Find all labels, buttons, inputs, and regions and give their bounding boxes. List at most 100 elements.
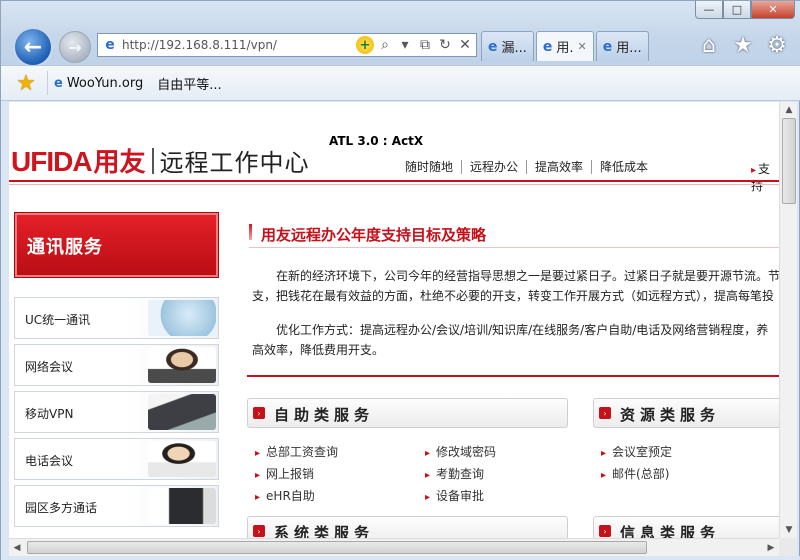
article-line: 支，把钱花在最有效益的方面，杜绝不必要的开支，转变工作开展方式（如远程方式），提… xyxy=(252,289,775,303)
arrow-left-icon: ← xyxy=(23,34,43,60)
browser-window: — □ ✕ ← → e http://192.168.8.111/vpn/ + … xyxy=(0,0,800,560)
resource-service-header: › 资源类服务 xyxy=(593,398,779,428)
sidebar-item-label: 网络会议 xyxy=(25,360,74,374)
back-button[interactable]: ← xyxy=(13,27,53,67)
status-bar xyxy=(1,556,800,560)
site-logo[interactable]: UFIDA 用友 远程工作中心 xyxy=(11,142,310,179)
ie-tab-icon: e xyxy=(602,38,613,55)
sidebar-item-mobile-vpn[interactable]: 移动VPN xyxy=(14,391,219,433)
tab-strip: e 漏... e 用. ✕ e 用... xyxy=(481,31,649,61)
address-bar[interactable]: e http://192.168.8.111/vpn/ + ⌕ ▾ ⧉ ↻ ✕ xyxy=(97,33,477,57)
link-change-password[interactable]: 修改域密码 xyxy=(425,442,496,464)
minimize-button[interactable]: — xyxy=(695,1,723,19)
article-line: 优化工作方式：提高远程办公/会议/培训/知识库/在线服务/客户自助/电话及网络营… xyxy=(252,323,769,337)
link-salary-query[interactable]: 总部工资查询 xyxy=(255,442,338,464)
arrow-bullet-icon: › xyxy=(599,407,611,419)
sidebar-heading: 通讯服务 xyxy=(14,212,219,278)
globe-image xyxy=(148,300,216,336)
link-attendance-query[interactable]: 考勤查询 xyxy=(425,464,496,486)
support-link[interactable]: 支持 xyxy=(751,160,779,194)
info-service-title: 信息类服务 xyxy=(620,524,721,538)
topnav-item-remote-office[interactable]: 远程办公 xyxy=(462,160,528,174)
favorite-link-wooyun[interactable]: e WooYun.org xyxy=(54,76,143,91)
logo-tagline: 远程工作中心 xyxy=(159,149,310,177)
home-icon[interactable]: ⌂ xyxy=(697,33,721,58)
logo-brand-cn: 用友 xyxy=(93,148,146,178)
mobile-phone-image xyxy=(148,394,216,430)
activex-version-text: ATL 3.0 : ActX xyxy=(329,134,424,148)
topnav-item-anytime[interactable]: 随时随地 xyxy=(397,160,463,174)
favorite-label: 自由平等... xyxy=(157,77,222,93)
search-icon[interactable]: ⌕ xyxy=(376,36,394,54)
link-device-approval[interactable]: 设备审批 xyxy=(425,486,496,508)
stop-icon[interactable]: ✕ xyxy=(456,36,474,54)
scroll-right-icon[interactable]: ▶ xyxy=(763,539,779,557)
self-service-header: › 自助类服务 xyxy=(247,398,568,428)
article-line: 在新的经济环境下，公司今年的经营指导思想之一是要过紧日子。过紧日子就是要开源节流… xyxy=(252,269,779,283)
sidebar-item-campus-call[interactable]: 园区多方通话 xyxy=(14,485,219,527)
sidebar-item-label: 电话会议 xyxy=(25,454,74,468)
tab-3[interactable]: e 用... xyxy=(595,31,649,61)
arrow-right-icon: → xyxy=(68,37,82,57)
title-bar: — □ ✕ ← → e http://192.168.8.111/vpn/ + … xyxy=(1,1,800,67)
sidebar-item-uc[interactable]: UC统一通讯 xyxy=(14,297,219,339)
favorites-star-icon[interactable]: ★ xyxy=(731,33,755,58)
top-nav: 随时随地 远程办公 提高效率 降低成本 xyxy=(397,160,656,174)
close-tab-icon[interactable]: ✕ xyxy=(578,40,587,53)
link-mail-hq[interactable]: 邮件(总部) xyxy=(601,464,672,486)
scroll-left-icon[interactable]: ◀ xyxy=(9,539,25,557)
maximize-button[interactable]: □ xyxy=(723,1,751,19)
tab-2[interactable]: e 用. ✕ xyxy=(535,31,594,61)
arrow-bullet-icon: › xyxy=(253,525,265,537)
refresh-icon[interactable]: ↻ xyxy=(436,36,454,54)
dropdown-arrow-icon[interactable]: ▾ xyxy=(396,36,414,54)
article-paragraph: 优化工作方式：提高远程办公/会议/培训/知识库/在线服务/客户自助/电话及网络营… xyxy=(252,320,779,360)
tab-label: 漏... xyxy=(501,41,527,56)
vertical-scrollbar[interactable]: ▲ ▼ xyxy=(779,102,797,538)
vertical-scroll-thumb[interactable] xyxy=(782,118,796,204)
resource-service-col1: 会议室预定 邮件(总部) xyxy=(601,442,672,486)
divider xyxy=(47,71,48,95)
horizontal-scrollbar[interactable]: ◀ ▶ xyxy=(9,538,779,556)
ie-tab-icon: e xyxy=(542,38,553,55)
sidebar-item-web-meeting[interactable]: 网络会议 xyxy=(14,344,219,386)
self-service-col2: 修改域密码 考勤查询 设备审批 xyxy=(425,442,496,508)
self-service-title: 自助类服务 xyxy=(274,406,375,424)
resource-service-title: 资源类服务 xyxy=(620,406,721,424)
browser-tools: ⌂ ★ ⚙ xyxy=(697,33,789,58)
sidebar-item-label: UC统一通讯 xyxy=(25,313,91,327)
tab-1[interactable]: e 漏... xyxy=(481,31,534,61)
link-meeting-room[interactable]: 会议室预定 xyxy=(601,442,672,464)
address-url[interactable]: http://192.168.8.111/vpn/ xyxy=(122,38,356,52)
logo-brand: UFIDA xyxy=(11,146,93,177)
compatibility-view-icon[interactable]: ⧉ xyxy=(416,36,434,54)
sidebar-item-phone-meeting[interactable]: 电话会议 xyxy=(14,438,219,480)
horizontal-scroll-thumb[interactable] xyxy=(27,541,647,554)
arrow-bullet-icon: › xyxy=(253,407,265,419)
favorite-link-2[interactable]: 自由平等... xyxy=(157,74,221,93)
close-window-button[interactable]: ✕ xyxy=(751,1,795,19)
conference-device-image xyxy=(148,488,216,524)
scroll-up-icon[interactable]: ▲ xyxy=(780,102,798,118)
article-divider xyxy=(247,375,779,377)
topnav-item-efficiency[interactable]: 提高效率 xyxy=(527,160,593,174)
sidebar-item-label: 移动VPN xyxy=(25,407,74,421)
link-ehr-self[interactable]: eHR自助 xyxy=(255,486,338,508)
logo-divider xyxy=(151,147,154,174)
self-service-col1: 总部工资查询 网上报销 eHR自助 xyxy=(255,442,338,508)
scrollbar-corner xyxy=(779,538,797,556)
addon-plus-icon[interactable]: + xyxy=(356,36,374,54)
article-title: 用友远程办公年度支持目标及策略 xyxy=(261,226,487,244)
system-service-header: › 系统类服务 xyxy=(247,516,568,538)
header-divider xyxy=(9,180,779,182)
add-favorite-star-icon[interactable]: ★ xyxy=(11,69,41,97)
gear-icon[interactable]: ⚙ xyxy=(765,33,789,58)
system-service-title: 系统类服务 xyxy=(274,524,375,538)
link-online-expense[interactable]: 网上报销 xyxy=(255,464,338,486)
scroll-down-icon[interactable]: ▼ xyxy=(780,522,798,538)
sidebar-item-label: 园区多方通话 xyxy=(25,501,98,515)
article-title-bar: 用友远程办公年度支持目标及策略 xyxy=(249,220,779,248)
forward-button[interactable]: → xyxy=(59,31,91,63)
arrow-bullet-icon: › xyxy=(599,525,611,537)
topnav-item-cost[interactable]: 降低成本 xyxy=(592,160,656,174)
